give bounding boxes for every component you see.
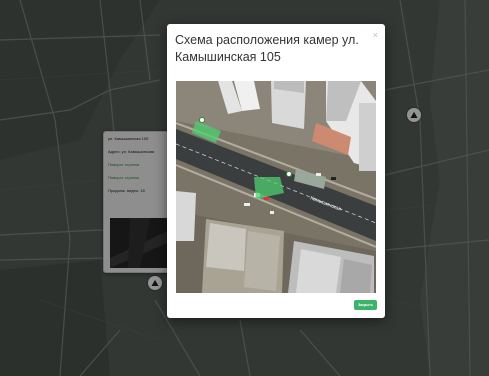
camera-scheme-modal: Схема расположения камер ул. Камышинская… <box>167 24 385 318</box>
modal-title: Схема расположения камер ул. Камышинская… <box>175 33 359 64</box>
close-icon[interactable]: × <box>373 30 378 40</box>
close-button[interactable]: Закрыть <box>354 300 377 310</box>
camera-layout-aerial-image: Камышинская <box>176 81 376 293</box>
